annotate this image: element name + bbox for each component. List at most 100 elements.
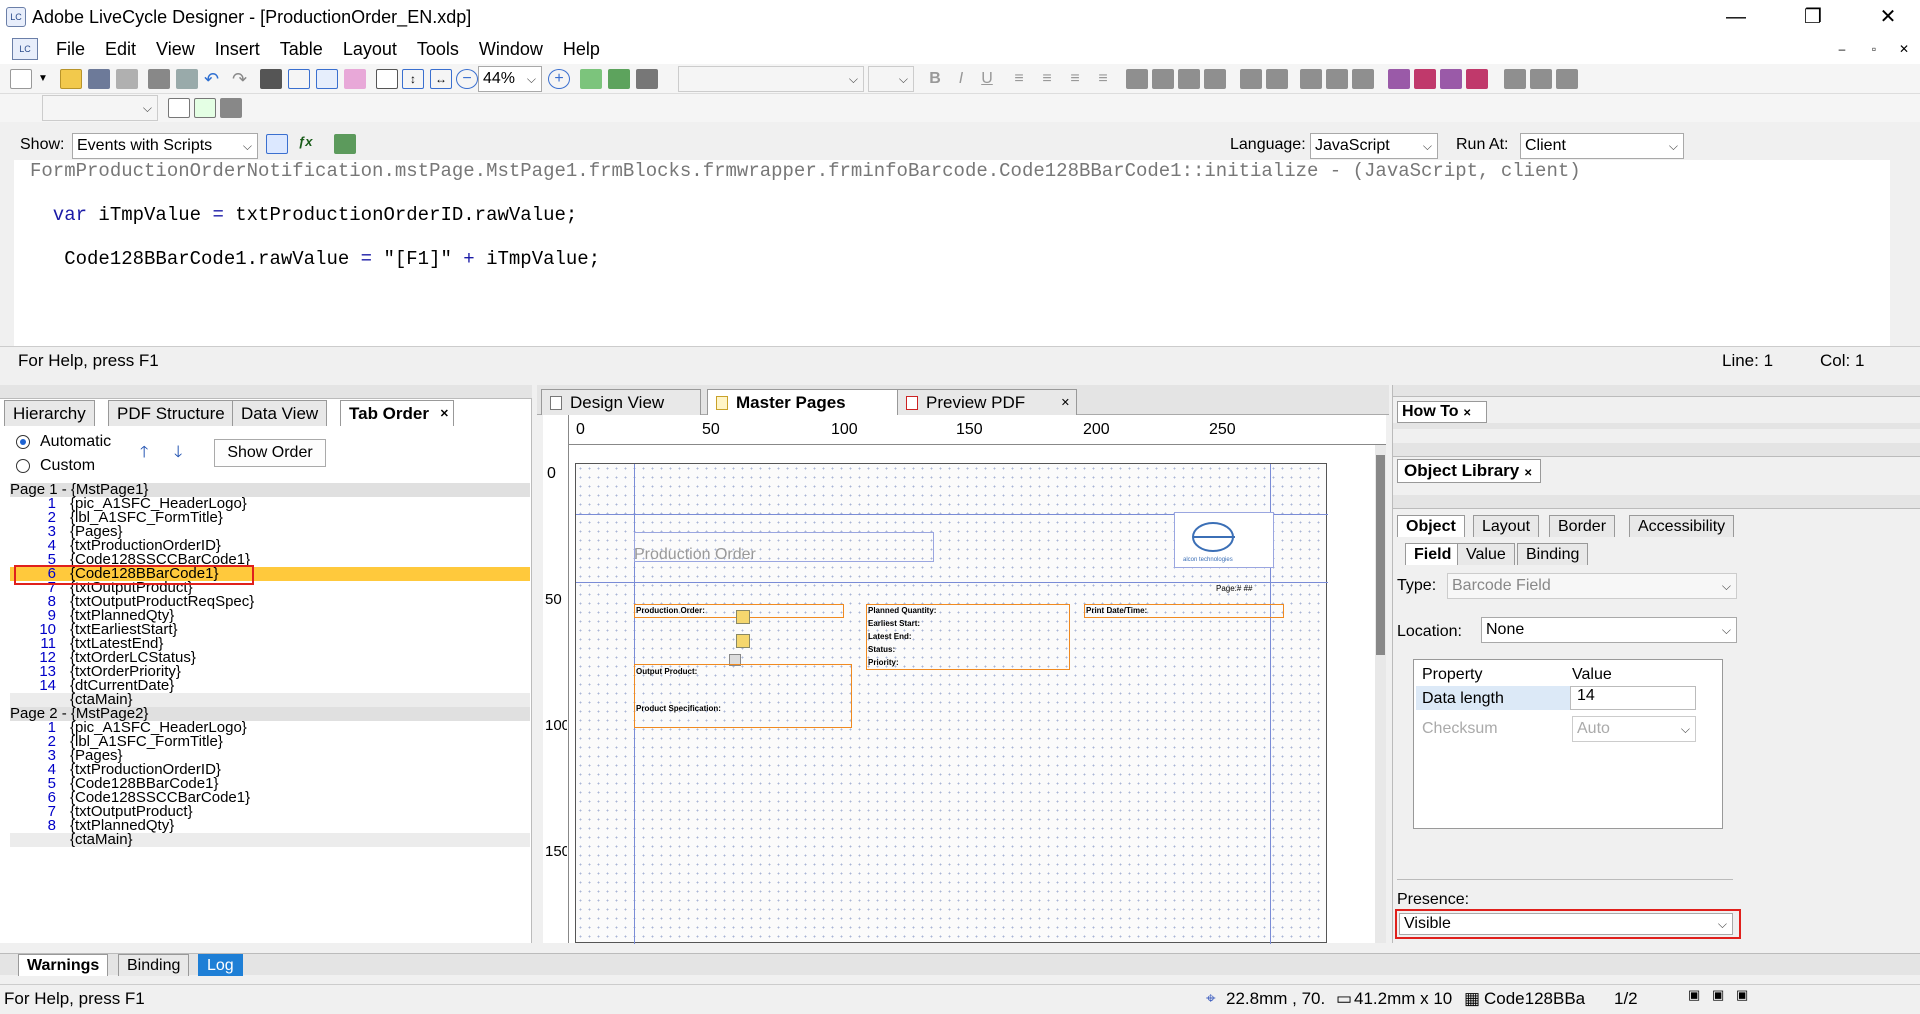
check-script-icon[interactable] (580, 69, 602, 89)
group-icon[interactable] (1388, 69, 1410, 89)
snap-grid-icon[interactable] (316, 69, 338, 89)
ungroup-icon[interactable] (1414, 69, 1436, 89)
menu-layout[interactable]: Layout (333, 39, 407, 60)
property-grid[interactable]: Property Value Data length 14 Checksum A… (1413, 659, 1723, 829)
view-icon[interactable]: ▣ (1712, 987, 1724, 1003)
align-right-icon[interactable]: ≡ (1064, 69, 1086, 89)
tab-hierarchy[interactable]: Hierarchy (4, 400, 95, 426)
location-select[interactable]: None ⌵ (1481, 617, 1737, 643)
print-icon[interactable] (148, 69, 170, 89)
distribute-h-icon[interactable] (1300, 69, 1322, 89)
object-select[interactable]: ⌵ (42, 95, 158, 121)
tab-preview-pdf[interactable]: Preview PDF ✕ (897, 389, 1077, 415)
move-up-icon[interactable]: 🡑 (140, 441, 148, 468)
tab-accessibility[interactable]: Accessibility (1629, 515, 1735, 537)
image-icon[interactable] (636, 69, 658, 89)
same-width-icon[interactable] (1504, 69, 1526, 89)
type-select[interactable]: Barcode Field ⌵ (1447, 573, 1737, 599)
canvas-scrollbar[interactable] (1375, 445, 1386, 943)
tab-warnings[interactable]: Warnings (18, 954, 109, 976)
language-select[interactable]: JavaScript ⌵ (1310, 133, 1438, 159)
distribute-grid-icon[interactable] (1352, 69, 1374, 89)
new-icon[interactable] (10, 69, 32, 89)
fit-width-icon[interactable]: ↔ (430, 69, 452, 89)
zoom-select[interactable]: 44% ⌵ (478, 66, 542, 92)
align-hcenter-icon[interactable] (1266, 69, 1288, 89)
how-to-tab[interactable]: How To ✕ (1397, 401, 1487, 423)
menu-tools[interactable]: Tools (407, 39, 469, 60)
menu-window[interactable]: Window (469, 39, 553, 60)
bold-icon[interactable]: B (924, 69, 946, 89)
send-back-icon[interactable] (1466, 69, 1488, 89)
functions-icon[interactable]: ƒx (298, 134, 320, 154)
header-logo[interactable]: alcon technologies (1174, 512, 1274, 568)
justify-icon[interactable]: ≡ (1092, 69, 1114, 89)
close-tab-icon[interactable]: ✕ (1463, 408, 1471, 419)
script-events-icon[interactable] (266, 134, 288, 154)
tab-binding-log[interactable]: Binding (118, 954, 190, 976)
fit-height-icon[interactable]: ↕ (402, 69, 424, 89)
menu-file[interactable]: File (46, 39, 95, 60)
tab-design-view[interactable]: Design View (541, 389, 701, 415)
tab-object[interactable]: Object (1397, 515, 1465, 537)
zoom-in-icon[interactable]: + (548, 69, 570, 89)
close-icon[interactable]: ✕ (1856, 0, 1920, 34)
menu-table[interactable]: Table (270, 39, 333, 60)
check-syntax-icon[interactable] (334, 134, 356, 154)
new-dropdown-icon[interactable]: ▼ (38, 69, 60, 89)
mdi-close-icon[interactable]: ✕ (1892, 34, 1916, 64)
checksum-select[interactable]: Auto ⌵ (1572, 716, 1696, 742)
align-left-icon[interactable]: ≡ (1008, 69, 1030, 89)
menu-insert[interactable]: Insert (205, 39, 270, 60)
close-tab-icon[interactable]: ✕ (440, 401, 449, 427)
tab-data-view[interactable]: Data View (232, 400, 328, 426)
align-center-icon[interactable]: ≡ (1036, 69, 1058, 89)
redo-icon[interactable]: ↷ (232, 69, 254, 89)
minimize-icon[interactable]: — (1704, 0, 1768, 34)
insert-subform-icon[interactable] (194, 98, 216, 118)
view-icon[interactable]: ▣ (1736, 987, 1748, 1003)
custom-radio[interactable] (16, 459, 30, 473)
tab-layout[interactable]: Layout (1473, 515, 1540, 537)
open-icon[interactable] (60, 69, 82, 89)
script-editor[interactable]: FormProductionOrderNotification.mstPage.… (14, 160, 1910, 346)
barcode-marker-icon[interactable] (736, 610, 750, 624)
move-down-icon[interactable]: 🡓 (174, 441, 182, 468)
object-library-tab[interactable]: Object Library ✕ (1397, 459, 1541, 483)
close-tab-icon[interactable]: ✕ (1061, 390, 1070, 416)
distribute-v-icon[interactable] (1326, 69, 1348, 89)
editor-scrollbar[interactable] (1890, 160, 1910, 346)
same-size-icon[interactable] (1556, 69, 1578, 89)
tab-tab-order[interactable]: Tab Order ✕ (340, 400, 454, 426)
data-length-input[interactable]: 14 (1570, 686, 1696, 710)
page-icon[interactable] (376, 69, 398, 89)
save-all-icon[interactable] (116, 69, 138, 89)
zoom-out-icon[interactable]: − (456, 69, 478, 89)
align-objects-bottom-icon[interactable] (1204, 69, 1226, 89)
italic-icon[interactable]: I (950, 69, 972, 89)
same-height-icon[interactable] (1530, 69, 1552, 89)
tab-order-item[interactable]: {ctaMain} (10, 832, 530, 847)
show-order-button[interactable]: Show Order (214, 439, 326, 467)
align-objects-left-icon[interactable] (1126, 69, 1148, 89)
tab-border[interactable]: Border (1549, 515, 1616, 537)
tab-pdf-structure[interactable]: PDF Structure (108, 400, 234, 426)
show-select[interactable]: Events with Scripts ⌵ (72, 133, 258, 159)
align-objects-top-icon[interactable] (1178, 69, 1200, 89)
menu-edit[interactable]: Edit (95, 39, 146, 60)
panel-splitter[interactable] (1393, 423, 1920, 429)
tab-binding[interactable]: Binding (1517, 543, 1589, 565)
font-size-select[interactable]: ⌵ (868, 66, 914, 92)
preview-icon[interactable] (176, 69, 198, 89)
delete-page-icon[interactable] (220, 98, 242, 118)
maximize-icon[interactable]: ❐ (1781, 0, 1845, 34)
design-canvas[interactable]: 0 50 100 150 200 250 0 50 100 150 Produc… (543, 415, 1386, 944)
font-name-select[interactable]: ⌵ (678, 66, 864, 92)
save-icon[interactable] (88, 69, 110, 89)
tab-master-pages[interactable]: Master Pages (707, 389, 907, 415)
grid-icon[interactable] (288, 69, 310, 89)
tab-value[interactable]: Value (1457, 543, 1515, 565)
mdi-restore-icon[interactable]: ▫ (1862, 34, 1886, 64)
run-at-select[interactable]: Client ⌵ (1520, 133, 1684, 159)
underline-icon[interactable]: U (976, 69, 998, 89)
